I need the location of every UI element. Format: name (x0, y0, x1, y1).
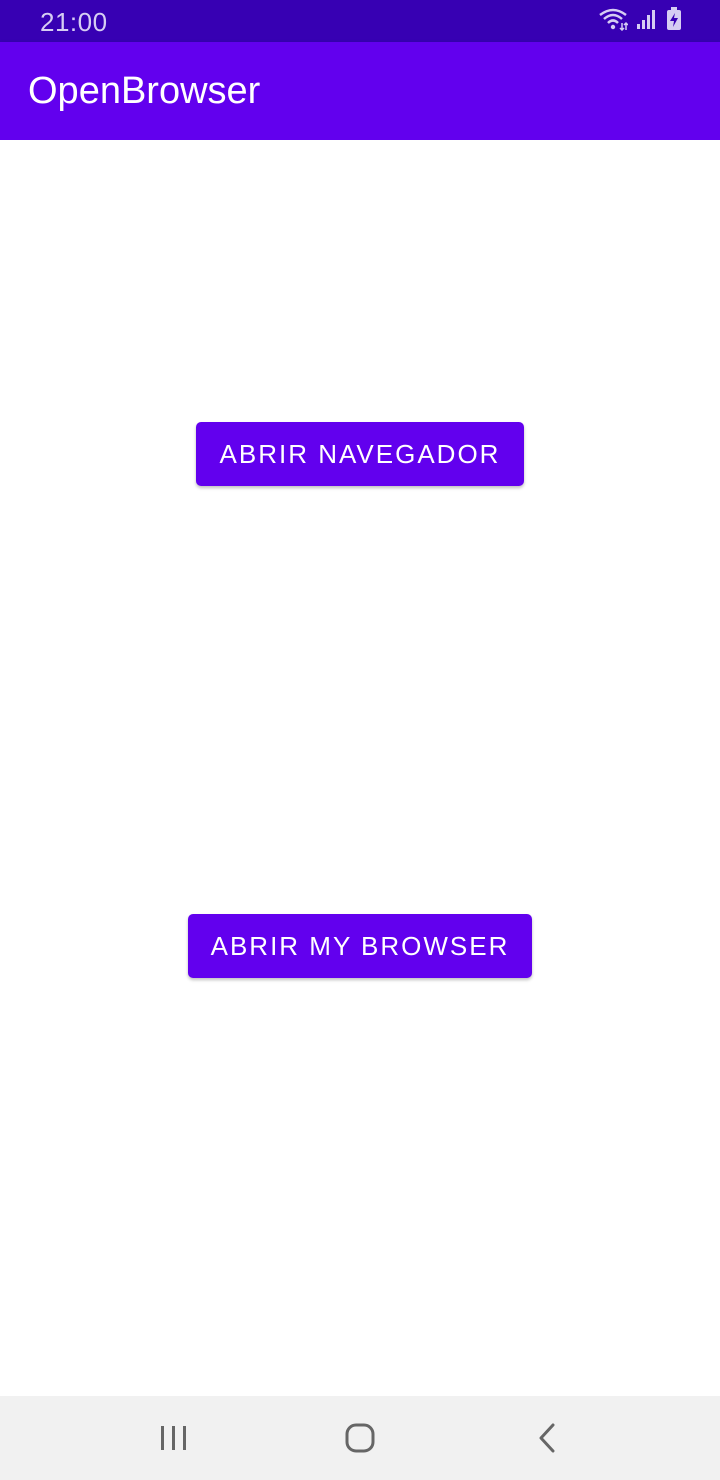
back-icon[interactable] (520, 1410, 576, 1466)
status-time: 21:00 (40, 7, 108, 37)
wifi-icon (598, 7, 629, 36)
open-my-browser-button[interactable]: ABRIR MY BROWSER (188, 914, 532, 978)
battery-charging-icon (666, 6, 682, 36)
app-bar: OpenBrowser (0, 42, 720, 140)
status-bar: 21:00 (0, 0, 720, 42)
home-icon[interactable] (332, 1410, 388, 1466)
status-icons (598, 6, 682, 36)
recents-icon[interactable] (146, 1410, 202, 1466)
open-browser-button[interactable]: ABRIR NAVEGADOR (196, 422, 524, 486)
app-title: OpenBrowser (28, 70, 261, 112)
navigation-bar (0, 1396, 720, 1480)
main-content: ABRIR NAVEGADOR ABRIR MY BROWSER (0, 140, 720, 1396)
signal-icon (636, 8, 658, 35)
